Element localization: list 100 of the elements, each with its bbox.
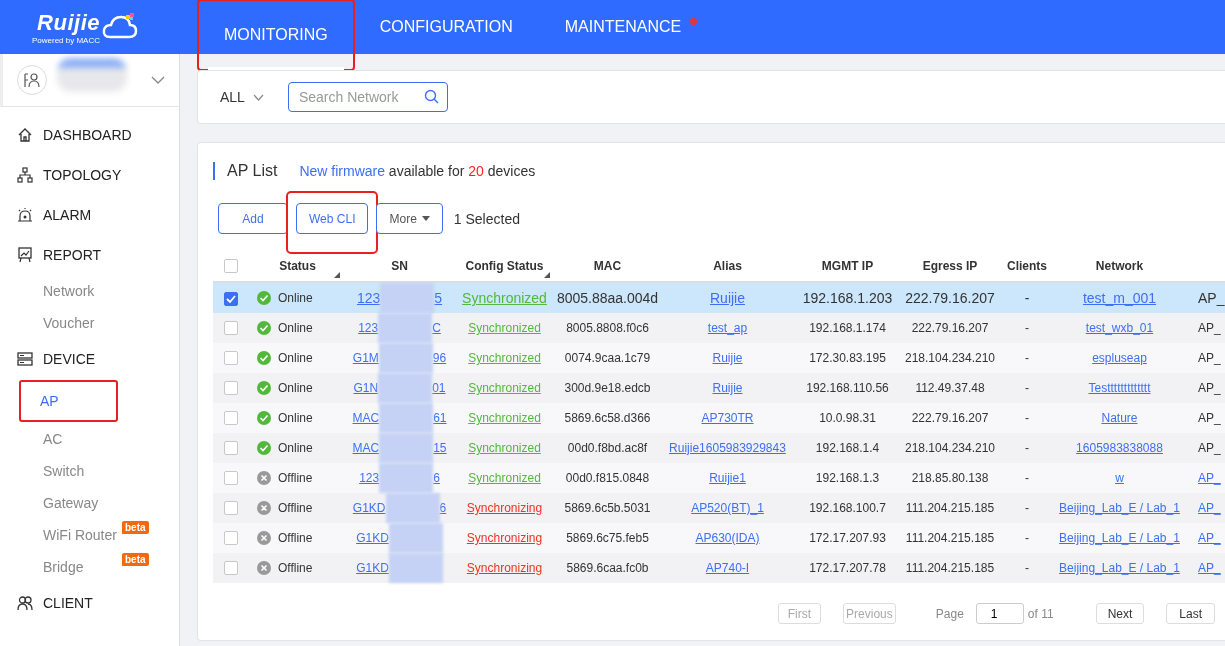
sidebar-subitem[interactable]: WiFi Router beta	[0, 519, 179, 551]
firmware-link[interactable]: New firmware	[299, 163, 385, 179]
redaction-blur	[388, 523, 443, 553]
sn-link[interactable]: 01	[432, 381, 446, 395]
sidebar-subitem[interactable]: AC	[0, 423, 179, 455]
table-cell: 111.204.215.185	[899, 493, 1001, 523]
network-link[interactable]: espluseap	[1092, 351, 1147, 365]
alias-link[interactable]: AP730TR	[701, 411, 754, 425]
alias-link[interactable]: test_ap	[707, 321, 748, 335]
sn-link[interactable]: 123	[359, 471, 380, 485]
sn-link[interactable]: MAC	[352, 441, 380, 455]
status-text: Offline	[278, 501, 313, 515]
sn-link[interactable]: G1N	[353, 381, 379, 395]
row-checkbox[interactable]	[224, 351, 238, 366]
chevron-down-icon	[252, 93, 264, 101]
network-link[interactable]: w	[1115, 471, 1124, 485]
sidebar-subitem[interactable]: Switch	[0, 455, 179, 487]
scope-dropdown[interactable]: ALL	[214, 88, 270, 106]
sidebar-subitem[interactable]: Bridge beta	[0, 551, 179, 583]
sn-link[interactable]: 123	[356, 290, 381, 306]
table-cell: 222.79.16.207	[899, 403, 1001, 433]
table-cell: 5869.6c75.feb5	[556, 523, 659, 553]
table-cell: 218.104.234.210	[899, 433, 1001, 463]
alias-link[interactable]: AP740-I	[705, 561, 750, 575]
redaction-blur	[378, 343, 433, 373]
sidebar-item[interactable]: DEVICE	[0, 339, 179, 379]
status-text: Offline	[278, 561, 313, 575]
search-field[interactable]: Search Network	[287, 82, 448, 112]
sidebar-item[interactable]: ALARM	[0, 195, 179, 235]
table-cell: 00d0.f8bd.ac8f	[556, 433, 659, 463]
redaction-blur	[388, 553, 443, 583]
sn-link[interactable]: G1KD	[356, 561, 389, 575]
alarm-icon	[17, 207, 33, 223]
page-label: Page	[935, 606, 964, 621]
row-checkbox[interactable]	[224, 471, 238, 486]
select-all-checkbox[interactable]	[224, 258, 238, 273]
row-checkbox[interactable]	[224, 411, 238, 426]
user-icon	[24, 72, 40, 88]
sn-link[interactable]: 61	[433, 411, 447, 425]
table-cell: 192.168.100.7	[796, 493, 899, 523]
sn-link[interactable]: 96	[432, 351, 447, 365]
row-checkbox[interactable]	[224, 531, 238, 546]
table-cell: 218.85.80.138	[899, 463, 1001, 493]
table-text: AP_	[1198, 381, 1221, 395]
sn-link[interactable]: G1KD	[356, 531, 389, 545]
sn-link[interactable]: 6	[433, 471, 440, 485]
row-checkbox[interactable]	[224, 292, 238, 307]
page-input[interactable]: 1	[975, 603, 1024, 624]
more-dropdown-button[interactable]: More	[376, 203, 443, 234]
sort-icon[interactable]	[544, 272, 550, 278]
sidebar-item[interactable]: CLIENT	[0, 583, 179, 623]
action-button[interactable]: Web CLI	[296, 203, 369, 234]
pager-button[interactable]: Next	[1095, 603, 1145, 624]
sn-link[interactable]: C	[432, 321, 441, 335]
alias-link[interactable]: Ruijie	[712, 351, 743, 365]
alias-link[interactable]: Ruijie	[712, 381, 743, 395]
logo-subtitle: Powered by MACC	[32, 35, 100, 45]
search-icon[interactable]	[423, 89, 439, 104]
pager-button[interactable]: Last	[1166, 603, 1215, 624]
redaction-blur	[379, 463, 434, 493]
action-button[interactable]: Add	[218, 203, 288, 234]
row-checkbox[interactable]	[224, 501, 238, 516]
sn-link[interactable]: G1KD	[352, 501, 386, 515]
sidebar-item[interactable]: DASHBOARD	[0, 115, 179, 155]
sidebar-subitem[interactable]: Voucher	[0, 307, 179, 339]
row-checkbox[interactable]	[224, 321, 238, 336]
redaction-blur	[379, 433, 434, 463]
sn-link[interactable]: 15	[433, 441, 447, 455]
sidebar-subitem[interactable]: Gateway	[0, 487, 179, 519]
alias-link[interactable]: Ruijie	[710, 290, 745, 306]
row-checkbox[interactable]	[224, 381, 238, 396]
network-link[interactable]: Nature	[1101, 411, 1138, 425]
sidebar-item[interactable]: TOPOLOGY	[0, 155, 179, 195]
table-cell: 0074.9caa.1c79	[556, 343, 659, 373]
status-text: Online	[278, 441, 313, 455]
nav-tab[interactable]: MAINTENANCE	[548, 0, 706, 54]
table-cell: -	[1001, 403, 1053, 433]
table-text: AP_	[1198, 321, 1221, 335]
row-checkbox[interactable]	[224, 561, 238, 576]
sidebar-item[interactable]: REPORT	[0, 235, 179, 275]
redaction-blur	[380, 283, 435, 313]
chevron-down-icon[interactable]	[151, 76, 165, 84]
table-cell: -	[1001, 313, 1053, 343]
sn-link[interactable]: 123	[358, 321, 379, 335]
sort-icon[interactable]	[334, 272, 340, 278]
sn-link[interactable]: G1M	[352, 351, 379, 365]
sn-link[interactable]: MAC	[352, 411, 380, 425]
sn-link[interactable]: 5	[434, 290, 443, 306]
table-cell: 172.17.207.78	[796, 553, 899, 583]
sidebar-subitem[interactable]: AP	[18, 379, 119, 423]
nav-tab[interactable]: CONFIGURATION	[363, 0, 529, 54]
table-cell: 192.168.1.4	[796, 433, 899, 463]
sn-link[interactable]: 6	[439, 501, 447, 515]
table-cell: 8005.88aa.004d	[556, 282, 659, 313]
sidebar-subitem[interactable]: Network	[0, 275, 179, 307]
alias-link[interactable]: Ruijie1	[709, 471, 746, 485]
table-cell: 111.204.215.185	[899, 523, 1001, 553]
table-text: AP_	[1198, 411, 1221, 425]
row-checkbox[interactable]	[224, 441, 238, 456]
table-cell: 10.0.98.31	[796, 403, 899, 433]
